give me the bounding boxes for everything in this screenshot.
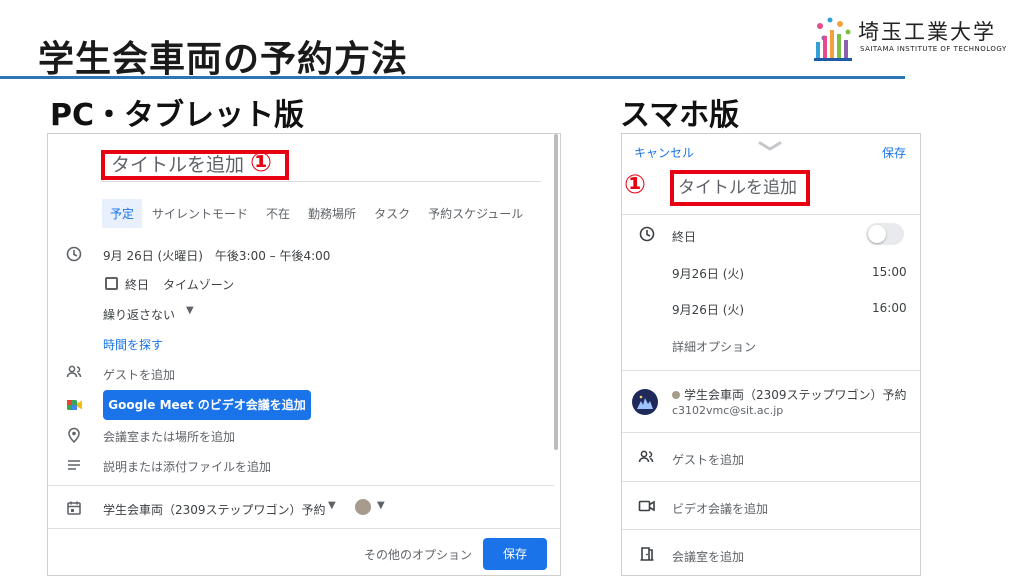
scrollbar[interactable] xyxy=(554,134,558,450)
event-type-tabs: 予定 サイレントモード 不在 勤務場所 タスク 予約スケジュール xyxy=(102,199,533,228)
clock-icon xyxy=(638,226,656,246)
university-name-en: SAITAMA INSTITUTE OF TECHNOLOGY xyxy=(860,45,1007,53)
detail-options-link[interactable]: 詳細オプション xyxy=(672,338,756,355)
pc-event-editor: タイトルを追加 ① 予定 サイレントモード 不在 勤務場所 タスク 予約スケジュ… xyxy=(47,133,561,576)
event-datetime[interactable]: 9月 26日 (火曜日) 午後3:00 – 午後4:00 xyxy=(103,247,330,264)
allday-label: 終日 xyxy=(125,278,150,292)
tab-appointment-schedule[interactable]: 予約スケジュール xyxy=(420,199,531,228)
cancel-button[interactable]: キャンセル xyxy=(634,144,694,161)
step-marker: ① xyxy=(624,170,647,200)
more-options-button[interactable]: その他のオプション xyxy=(364,546,472,563)
chevron-down-icon[interactable]: ▼ xyxy=(377,500,385,511)
logo-mark-icon xyxy=(814,17,852,61)
tab-do-not-disturb[interactable]: サイレントモード xyxy=(144,199,256,228)
clock-icon xyxy=(66,246,82,262)
end-time[interactable]: 16:00 xyxy=(872,301,907,315)
title-input[interactable]: タイトルを追加 xyxy=(670,170,810,206)
tab-out-of-office[interactable]: 不在 xyxy=(258,199,298,228)
google-meet-icon xyxy=(66,397,82,413)
sp-event-editor: キャンセル 保存 ① タイトルを追加 終日 9月26日 (火) 15:00 9月… xyxy=(621,133,921,576)
toggle-knob xyxy=(868,225,886,243)
guests-icon xyxy=(638,449,656,469)
separator xyxy=(622,432,920,433)
university-name: 埼玉工業大学 xyxy=(858,20,996,44)
add-video-button[interactable]: ビデオ会議を追加 xyxy=(672,500,768,517)
slide-title: 学生会車両の予約方法 xyxy=(38,39,409,80)
footer-divider xyxy=(48,528,560,529)
location-pin-icon xyxy=(66,427,82,444)
guests-icon xyxy=(66,364,82,380)
separator xyxy=(622,370,920,371)
save-button[interactable]: 保存 xyxy=(882,144,906,161)
pc-section-heading: PC・タブレット版 xyxy=(50,98,305,133)
add-guest-button[interactable]: ゲストを追加 xyxy=(672,451,744,468)
calendar-color-dot xyxy=(672,391,680,399)
calendar-name-label: 学生会車両（2309ステップワゴン）予約 xyxy=(684,388,907,402)
section-divider xyxy=(48,485,554,486)
calendar-name[interactable]: 学生会車両（2309ステップワゴン）予約 xyxy=(672,386,907,403)
allday-label: 終日 xyxy=(672,230,697,244)
start-time[interactable]: 15:00 xyxy=(872,265,907,279)
description-input[interactable]: 説明または添付ファイルを追加 xyxy=(103,458,271,475)
tab-event[interactable]: 予定 xyxy=(102,199,143,228)
tab-task[interactable]: タスク xyxy=(366,199,418,228)
start-date[interactable]: 9月26日 (火) xyxy=(672,265,744,282)
video-camera-icon xyxy=(638,498,656,518)
chevron-down-icon[interactable]: ▼ xyxy=(328,500,336,511)
end-date[interactable]: 9月26日 (火) xyxy=(672,301,744,318)
calendar-icon xyxy=(66,500,82,516)
chevron-down-icon[interactable]: ▼ xyxy=(186,305,194,316)
add-meet-button[interactable]: Google Meet のビデオ会議を追加 xyxy=(103,390,311,420)
add-room-button[interactable]: 会議室を追加 xyxy=(672,548,744,565)
sp-section-heading: スマホ版 xyxy=(620,98,740,133)
timezone-link[interactable]: タイムゾーン xyxy=(163,276,234,293)
description-icon xyxy=(66,457,82,473)
allday-checkbox[interactable] xyxy=(105,277,118,290)
calendar-email: c3102vmc@sit.ac.jp xyxy=(672,404,784,417)
separator xyxy=(622,481,920,482)
add-guest-input[interactable]: ゲストを追加 xyxy=(103,366,175,383)
location-input[interactable]: 会議室または場所を追加 xyxy=(103,428,235,445)
calendar-select[interactable]: 学生会車両（2309ステップワゴン）予約 xyxy=(103,501,326,518)
title-rule xyxy=(0,76,905,79)
avatar xyxy=(632,389,658,415)
separator xyxy=(622,214,920,215)
event-color-dot[interactable] xyxy=(355,499,371,515)
separator xyxy=(622,529,920,530)
title-underline xyxy=(101,181,541,182)
repeat-select[interactable]: 繰り返さない xyxy=(103,306,175,323)
tab-working-location[interactable]: 勤務場所 xyxy=(300,199,364,228)
find-time-link[interactable]: 時間を探す xyxy=(103,336,163,353)
step-marker: ① xyxy=(250,148,273,178)
drag-handle-icon[interactable] xyxy=(758,136,782,151)
room-door-icon xyxy=(638,546,656,566)
save-button[interactable]: 保存 xyxy=(483,538,547,570)
